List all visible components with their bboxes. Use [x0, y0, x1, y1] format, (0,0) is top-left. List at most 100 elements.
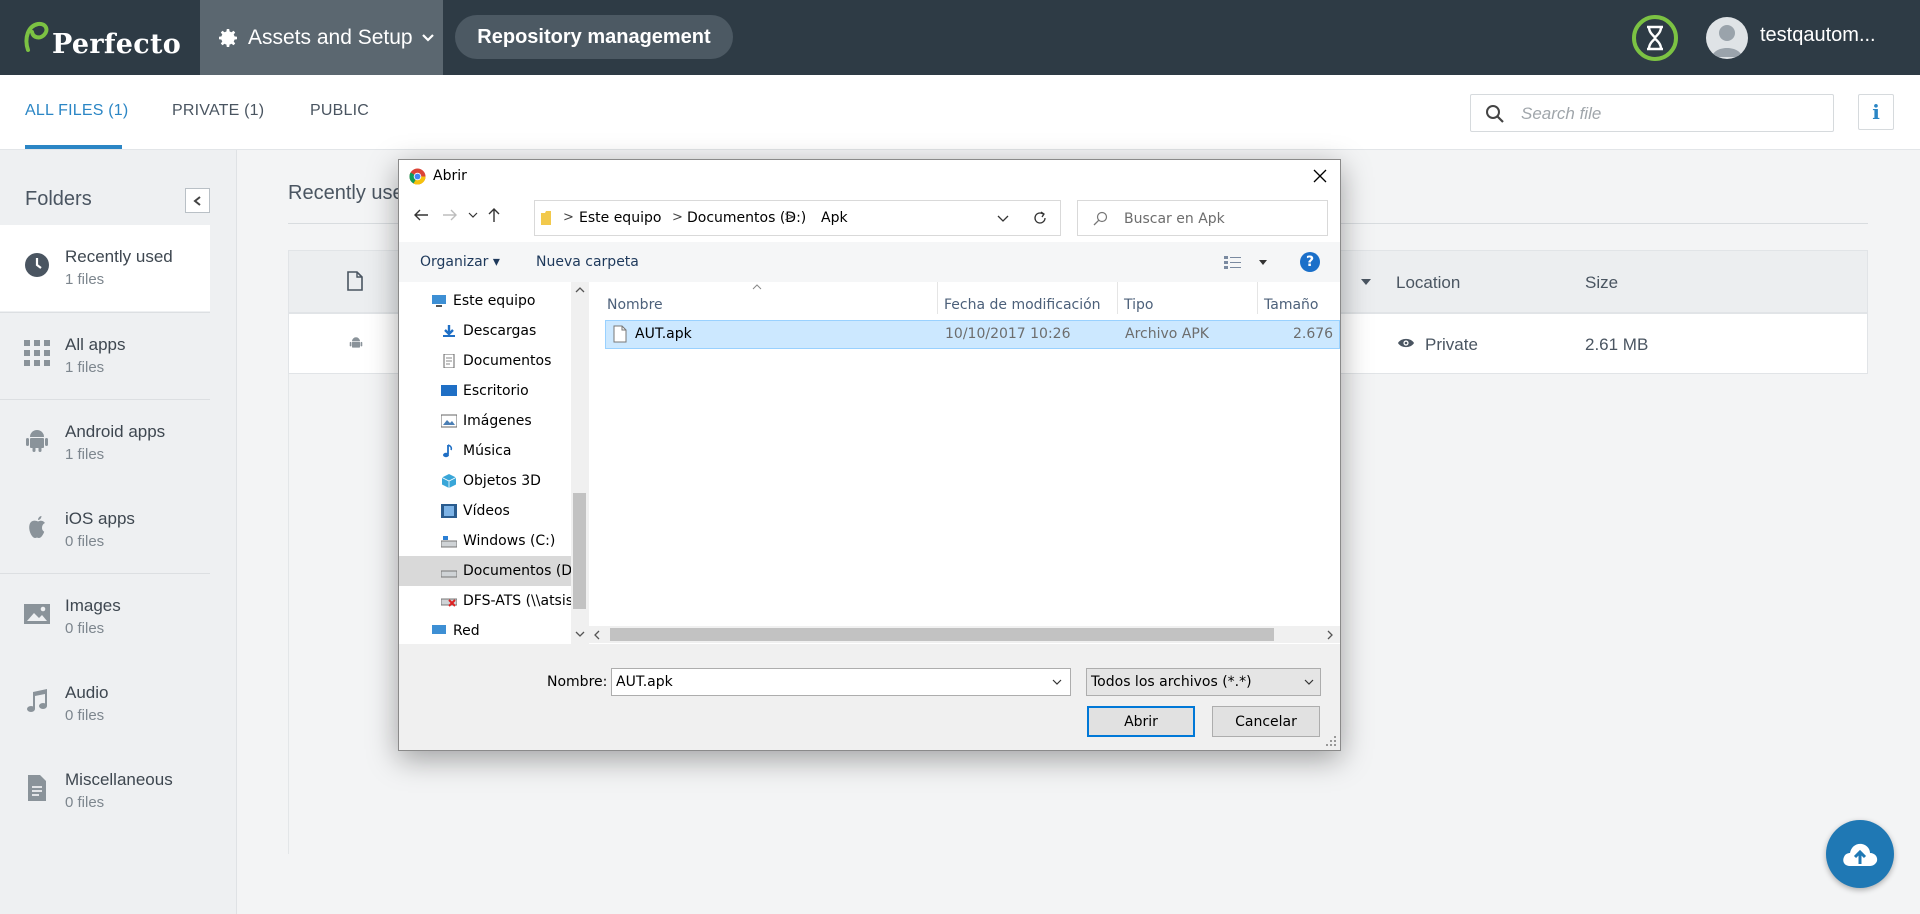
search-icon	[1486, 105, 1504, 123]
sidebar-item-label: All apps	[65, 335, 126, 354]
tree-item-imagenes[interactable]: Imágenes	[399, 406, 571, 436]
sidebar-item-miscellaneous[interactable]: Miscellaneous 0 files	[0, 748, 210, 834]
column-header-size[interactable]: Size	[1585, 273, 1618, 293]
file-list: Nombre Fecha de modificación Tipo Tamaño…	[589, 282, 1340, 644]
scrollbar-thumb[interactable]	[573, 493, 586, 609]
tab-private[interactable]: PRIVATE (1)	[172, 102, 264, 120]
column-header-size[interactable]: Tamaño	[1264, 297, 1318, 313]
scroll-right-icon[interactable]	[1326, 630, 1334, 640]
tree-scrollbar[interactable]	[571, 282, 588, 644]
collapse-sidebar-button[interactable]	[185, 188, 210, 213]
file-row[interactable]: AUT.apk 10/10/2017 10:26 Archivo APK 2.6…	[605, 320, 1340, 349]
tab-public[interactable]: PUBLIC	[310, 102, 369, 120]
tree-item-objetos-3d[interactable]: Objetos 3D	[399, 466, 571, 496]
sidebar-item-count: 1 files	[65, 271, 105, 288]
perfecto-logo[interactable]: Perfecto	[0, 0, 200, 75]
tree-item-documentos[interactable]: Documentos	[399, 346, 571, 376]
scroll-left-icon[interactable]	[593, 630, 601, 640]
sidebar-item-label: Images	[65, 596, 121, 615]
search-input[interactable]	[1521, 101, 1821, 127]
back-arrow-icon[interactable]	[413, 207, 429, 223]
chevron-down-icon[interactable]	[1259, 260, 1267, 265]
video-icon	[441, 504, 457, 518]
scrollbar-thumb[interactable]	[610, 628, 1274, 641]
sidebar-item-images[interactable]: Images 0 files	[0, 574, 210, 660]
cancel-button[interactable]: Cancelar	[1212, 706, 1320, 737]
recent-locations-chevron-icon[interactable]	[468, 211, 478, 219]
help-icon[interactable]: ?	[1300, 252, 1320, 272]
search-box[interactable]	[1470, 94, 1834, 132]
upload-button[interactable]	[1826, 820, 1894, 888]
grid-icon	[24, 340, 50, 366]
view-options-icon[interactable]	[1224, 255, 1242, 269]
scroll-up-icon[interactable]	[575, 286, 585, 294]
close-icon[interactable]	[1312, 168, 1328, 184]
download-icon	[443, 325, 455, 337]
active-tab-indicator	[25, 145, 122, 149]
tree-item-dfs-ats[interactable]: DFS-ATS (\\atsist	[399, 586, 571, 616]
apple-icon	[29, 516, 45, 538]
column-header-location[interactable]: Location	[1396, 273, 1460, 293]
tree-item-documentos-d[interactable]: Documentos (D:)	[399, 556, 571, 586]
repository-management-button[interactable]: Repository management	[455, 15, 733, 59]
refresh-button[interactable]	[1019, 200, 1061, 236]
info-icon[interactable]: i	[1858, 94, 1894, 130]
sidebar-item-all-apps[interactable]: All apps 1 files	[0, 313, 210, 399]
chevron-down-icon[interactable]	[1052, 679, 1062, 686]
column-header-name[interactable]: Nombre	[607, 297, 663, 313]
hourglass-icon[interactable]	[1632, 15, 1678, 61]
dialog-search-input[interactable]	[1124, 209, 1319, 229]
address-bar[interactable]: > Este equipo > Documentos (D:) > Apk	[534, 200, 1020, 236]
column-header-type[interactable]: Tipo	[1124, 297, 1153, 313]
sidebar-item-android-apps[interactable]: Android apps 1 files	[0, 400, 210, 486]
divider	[1257, 282, 1258, 314]
sidebar-item-label: Recently used	[65, 247, 173, 266]
tabs-bar: ALL FILES (1) PRIVATE (1) PUBLIC i	[0, 75, 1920, 150]
tree-item-escritorio[interactable]: Escritorio	[399, 376, 571, 406]
chrome-icon	[409, 168, 426, 185]
breadcrumb-este-equipo[interactable]: Este equipo	[579, 210, 661, 226]
tree-item-este-equipo[interactable]: Este equipo	[399, 286, 571, 316]
brand-name: Perfecto	[52, 29, 182, 60]
open-button[interactable]: Abrir	[1087, 706, 1195, 737]
filename-field[interactable]	[611, 668, 1071, 696]
scroll-down-icon[interactable]	[575, 630, 585, 638]
sidebar-item-ios-apps[interactable]: iOS apps 0 files	[0, 487, 210, 573]
user-name[interactable]: testqautom...	[1760, 24, 1876, 47]
tree-item-videos[interactable]: Vídeos	[399, 496, 571, 526]
filename-input[interactable]	[616, 673, 1036, 691]
tree-item-musica[interactable]: Música	[399, 436, 571, 466]
chevron-down-icon[interactable]	[997, 215, 1009, 223]
sort-down-icon[interactable]	[1361, 279, 1371, 287]
tree-item-red[interactable]: Red	[399, 616, 571, 644]
folder-icon	[541, 211, 551, 225]
tree-item-windows-c[interactable]: Windows (C:)	[399, 526, 571, 556]
tab-all-files[interactable]: ALL FILES (1)	[25, 102, 128, 120]
refresh-icon	[1033, 211, 1046, 224]
up-arrow-icon[interactable]	[487, 207, 501, 223]
organize-menu[interactable]: Organizar ▾	[420, 254, 500, 270]
sidebar-item-count: 0 files	[65, 707, 105, 724]
breadcrumb-apk[interactable]: Apk	[821, 210, 848, 226]
computer-icon	[432, 295, 446, 307]
sidebar-item-audio[interactable]: Audio 0 files	[0, 661, 210, 747]
forward-arrow-icon[interactable]	[442, 207, 458, 223]
open-file-dialog: Abrir > Este equipo > Documentos (D:) > …	[398, 159, 1341, 751]
documents-icon	[443, 354, 455, 368]
filetype-select[interactable]: Todos los archivos (*.*)	[1086, 668, 1321, 696]
sidebar-item-recently-used[interactable]: Recently used 1 files	[0, 225, 210, 311]
new-folder-button[interactable]: Nueva carpeta	[536, 254, 639, 270]
file-list-horizontal-scrollbar[interactable]	[589, 626, 1340, 643]
android-icon	[26, 430, 48, 452]
resize-grip-icon[interactable]	[1326, 736, 1337, 747]
avatar[interactable]	[1706, 17, 1748, 59]
sidebar-item-label: Android apps	[65, 422, 166, 441]
search-icon	[1093, 211, 1108, 226]
folder-tree: Este equipo Descargas Documentos Escrito…	[399, 282, 579, 644]
dialog-search-box[interactable]	[1077, 200, 1328, 236]
assets-and-setup-menu[interactable]: Assets and Setup	[200, 0, 443, 75]
dialog-titlebar[interactable]: Abrir	[399, 160, 1340, 192]
music-note-icon	[443, 444, 453, 458]
tree-item-descargas[interactable]: Descargas	[399, 316, 571, 346]
column-header-modified[interactable]: Fecha de modificación	[944, 297, 1101, 313]
